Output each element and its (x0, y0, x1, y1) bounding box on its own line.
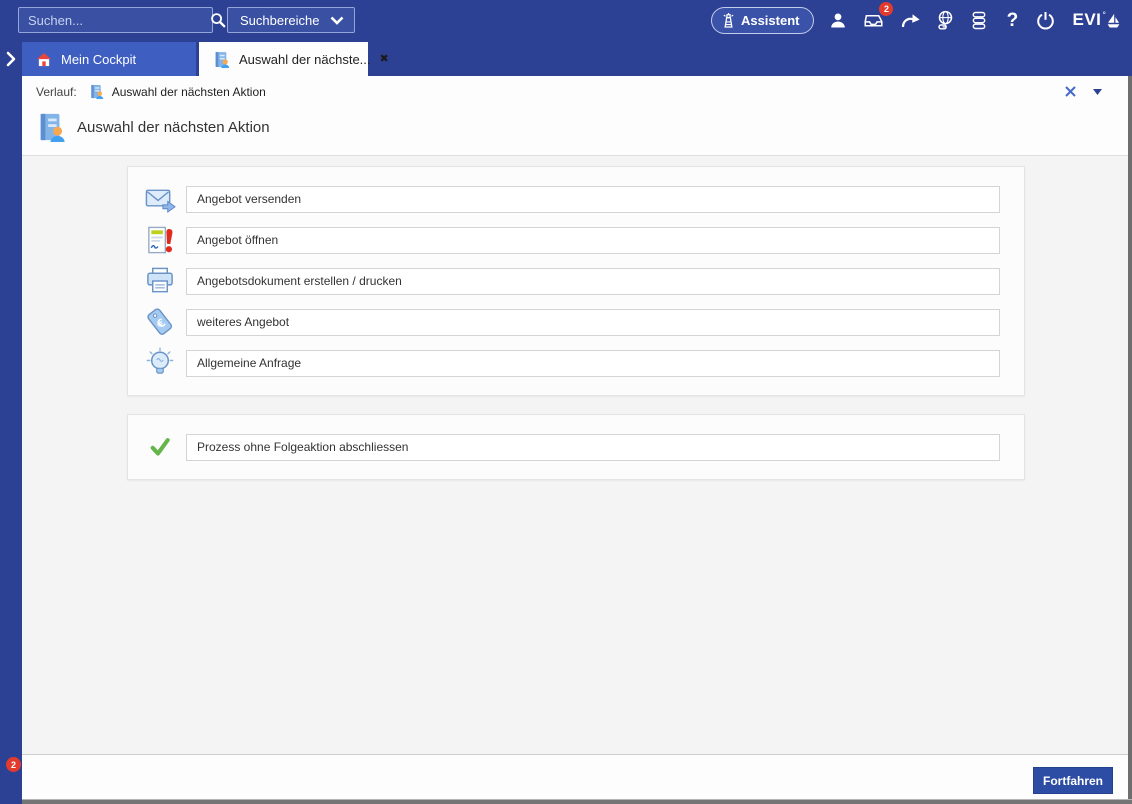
print-icon (144, 264, 176, 298)
globe-link-icon[interactable] (936, 8, 955, 32)
window-bottom-edge (22, 799, 1132, 804)
search-scope-label: Suchbereiche (240, 13, 320, 28)
history-bar: Verlauf: Auswahl der nächsten Aktion (22, 76, 1128, 105)
action-button[interactable]: Prozess ohne Folgeaktion abschliessen (186, 434, 1000, 461)
tab-label: Auswahl der nächste... (239, 52, 371, 67)
assistant-label: Assistent (741, 13, 800, 28)
lighthouse-icon (722, 12, 735, 29)
action-button[interactable]: weiteres Angebot (186, 309, 1000, 336)
action-row: Prozess ohne Folgeaktion abschliessen (144, 430, 1000, 464)
window-right-edge (1128, 76, 1132, 804)
action-doc-icon (89, 84, 104, 99)
database-icon[interactable] (970, 8, 988, 32)
continue-button[interactable]: Fortfahren (1033, 767, 1113, 794)
assistant-button[interactable]: Assistent (711, 7, 815, 34)
tab-label: Mein Cockpit (61, 52, 136, 67)
search-input[interactable] (19, 8, 210, 32)
action-row: € weiteres Angebot (144, 305, 1000, 339)
idea-icon (144, 346, 176, 380)
redo-arrow-icon[interactable] (900, 8, 921, 32)
action-card: Angebot versenden Angebot öffnen Angebotsd… (127, 166, 1025, 396)
collapsed-sidebar (0, 76, 22, 804)
page-header: Verlauf: Auswahl der nächsten Aktion Aus… (22, 76, 1128, 156)
action-card: Prozess ohne Folgeaktion abschliessen (127, 414, 1025, 480)
check-icon (144, 430, 176, 464)
power-icon[interactable] (1036, 8, 1055, 32)
evi-logo: EVI ° (1072, 9, 1120, 31)
action-button[interactable]: Allgemeine Anfrage (186, 350, 1000, 377)
page-title: Auswahl der nächsten Aktion (77, 119, 270, 136)
caret-down-icon[interactable] (1093, 89, 1102, 95)
action-groups: Angebot versenden Angebot öffnen Angebotsd… (22, 157, 1128, 754)
chevron-down-icon (330, 16, 344, 25)
action-button[interactable]: Angebot versenden (186, 186, 1000, 213)
inbox-icon[interactable]: 2 (862, 8, 885, 32)
tabbar: Mein Cockpit Auswahl der nächste... ✖ (0, 40, 1132, 76)
open-offer-icon (144, 223, 176, 257)
history-item[interactable]: Auswahl der nächsten Aktion (112, 85, 266, 99)
action-row: Angebotsdokument erstellen / drucken (144, 264, 1000, 298)
tab-mein-cockpit[interactable]: Mein Cockpit (22, 42, 196, 76)
app-window: Suchbereiche Assistent 2 (0, 0, 1132, 804)
action-doc-icon (36, 111, 66, 143)
history-controls (1064, 85, 1114, 98)
action-row: Allgemeine Anfrage (144, 346, 1000, 380)
home-icon (36, 52, 52, 67)
price-tag-icon: € (144, 305, 176, 339)
tab-close-icon[interactable]: ✖ (380, 54, 389, 65)
action-doc-icon (213, 51, 230, 68)
sidebar-notification-badge[interactable]: 2 (6, 757, 21, 772)
evi-logo-text: EVI (1072, 9, 1101, 31)
send-email-icon (144, 182, 176, 216)
history-label: Verlauf: (36, 85, 77, 99)
search-scope-dropdown[interactable]: Suchbereiche (227, 7, 355, 33)
title-row: Auswahl der nächsten Aktion (22, 105, 1128, 143)
action-button[interactable]: Angebot öffnen (186, 227, 1000, 254)
inbox-badge: 2 (879, 2, 893, 16)
topbar-actions: Assistent 2 ? (711, 7, 1132, 34)
user-icon[interactable] (829, 8, 847, 32)
search-box (18, 7, 213, 33)
action-button[interactable]: Angebotsdokument erstellen / drucken (186, 268, 1000, 295)
action-row: Angebot versenden (144, 182, 1000, 216)
sidebar-expand-icon[interactable] (0, 42, 22, 76)
close-view-icon[interactable] (1064, 85, 1077, 98)
search-icon[interactable] (210, 12, 226, 28)
tab-auswahl-der-naechsten-aktion[interactable]: Auswahl der nächste... ✖ (199, 42, 368, 76)
footer: Fortfahren (22, 754, 1128, 799)
help-icon[interactable]: ? (1003, 8, 1021, 32)
sailboat-icon (1107, 13, 1120, 29)
action-row: Angebot öffnen (144, 223, 1000, 257)
topbar: Suchbereiche Assistent 2 (0, 0, 1132, 40)
